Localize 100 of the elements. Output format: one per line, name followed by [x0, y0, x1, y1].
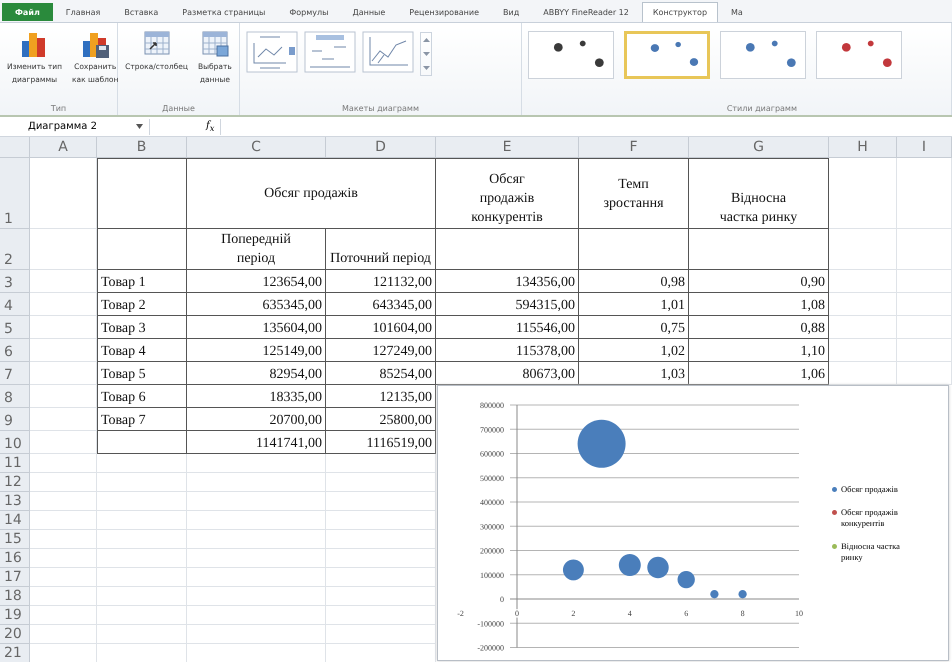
table-cell: 115546,00	[436, 316, 579, 339]
scroll-down-icon[interactable]	[422, 50, 430, 56]
ribbon-tab[interactable]: Главная	[54, 2, 112, 22]
group-label: Тип	[50, 103, 66, 115]
empty-cell	[829, 339, 897, 362]
chart-style-thumbnail[interactable]	[816, 31, 902, 79]
column-heading: Попередній період	[187, 229, 326, 270]
table-cell: 0,88	[689, 316, 829, 339]
name-box[interactable]: Диаграмма 2	[28, 121, 97, 132]
row-number: 19	[0, 606, 30, 625]
table-cell: 127249,00	[326, 339, 436, 362]
column-heading: Поточний період	[326, 229, 436, 270]
y-tick-label: 200000	[480, 546, 504, 556]
chart-style-thumbnail[interactable]	[528, 31, 614, 79]
row-number: 18	[0, 587, 30, 606]
legend-label: Відносна частка ринку	[841, 540, 901, 562]
empty-cell	[897, 316, 952, 339]
row-number: 11	[0, 454, 30, 473]
table-cell: 643345,00	[326, 293, 436, 316]
table-cell: 1,01	[579, 293, 689, 316]
empty-cell	[897, 293, 952, 316]
table-cell: 1,08	[689, 293, 829, 316]
y-tick-label: -100000	[477, 619, 504, 628]
row-number: 5	[0, 316, 30, 339]
empty-cell	[829, 293, 897, 316]
row-number: 17	[0, 568, 30, 587]
y-tick-label: 800000	[480, 401, 504, 410]
y-tick-label: 400000	[480, 498, 504, 507]
row-number: 10	[0, 431, 30, 454]
table-cell: 0,98	[579, 270, 689, 293]
ribbon-tab[interactable]: Рецензирование	[398, 2, 490, 22]
table-cell: 135604,00	[187, 316, 326, 339]
chart-style-thumbnail[interactable]	[720, 31, 806, 79]
table-cell: Товар 7	[97, 408, 187, 431]
table-cell: 85254,00	[326, 362, 436, 385]
insert-function-label[interactable]: f$_{x}$	[206, 120, 214, 133]
table-cell: 0,75	[579, 316, 689, 339]
scroll-up-icon[interactable]	[422, 36, 430, 42]
table-cell: Товар 2	[97, 293, 187, 316]
chart-style-thumbnail[interactable]	[624, 31, 710, 79]
y-tick-label: 300000	[480, 522, 504, 532]
column-header: B	[97, 137, 187, 158]
x-tick-label: 2	[571, 609, 576, 618]
table-cell: 18335,00	[187, 385, 326, 408]
table-cell: 1141741,00	[187, 431, 326, 454]
y-tick-label: 700000	[480, 425, 504, 434]
x-tick-label: 10	[795, 609, 803, 618]
row-number: 14	[0, 511, 30, 530]
row-number: 4	[0, 293, 30, 316]
table-cell: Товар 3	[97, 316, 187, 339]
x-tick-label: 8	[740, 609, 745, 618]
group-label: Стили диаграмм	[726, 103, 797, 115]
y-tick-label: -200000	[477, 644, 504, 652]
table-cell: 123654,00	[187, 270, 326, 293]
ribbon-tab[interactable]: Конструктор	[642, 2, 718, 22]
column-header: G	[689, 137, 829, 158]
y-tick-label: 600000	[480, 450, 504, 458]
y-tick-label: 100000	[480, 570, 504, 580]
ribbon-tab[interactable]: Вид	[492, 2, 530, 22]
column-header: I	[897, 137, 952, 158]
file-menu-tab[interactable]: Файл	[2, 3, 53, 21]
ribbon-tab[interactable]: Разметка страницы	[171, 2, 276, 22]
column-header: D	[326, 137, 436, 158]
legend-label: Обсяг продажів	[841, 484, 898, 494]
row-number: 9	[0, 408, 30, 431]
table-cell: 1,02	[579, 339, 689, 362]
table-icon	[200, 29, 230, 59]
table-cell: 82954,00	[187, 362, 326, 385]
empty-cell	[829, 316, 897, 339]
ribbon-tab[interactable]: Ма	[720, 2, 754, 22]
table-cell: 635345,00	[187, 293, 326, 316]
y-tick-label: 0	[500, 595, 504, 604]
dropdown-caret-icon[interactable]	[136, 124, 143, 129]
table-cell: Товар 1	[97, 270, 187, 293]
table-cell: Товар 6	[97, 385, 187, 408]
table-cell: 115378,00	[436, 339, 579, 362]
empty-cell	[829, 270, 897, 293]
row-number: 20	[0, 625, 30, 644]
row-number: 7	[0, 362, 30, 385]
ribbon-tab[interactable]: Формулы	[278, 2, 340, 22]
table-cell: 101604,00	[326, 316, 436, 339]
ribbon-tab[interactable]: ABBYY FineReader 12	[532, 2, 640, 22]
row-number: 2	[0, 229, 30, 270]
table-cell: 0,90	[689, 270, 829, 293]
column-header: E	[436, 137, 579, 158]
table-cell: 20700,00	[187, 408, 326, 431]
x-tick-label: 6	[684, 609, 688, 618]
row-number: 13	[0, 492, 30, 511]
ribbon-tab[interactable]: Вставка	[113, 2, 170, 22]
row-number: 3	[0, 270, 30, 293]
table-cell: 25800,00	[326, 408, 436, 431]
table-cell: 1116519,00	[326, 431, 436, 454]
column-heading: Відносна частка ринку	[689, 158, 829, 229]
row-number: 15	[0, 530, 30, 549]
more-styles-icon[interactable]	[422, 64, 430, 70]
table-cell: 121132,00	[326, 270, 436, 293]
empty-cell	[897, 270, 952, 293]
ribbon-tab[interactable]: Данные	[341, 2, 396, 22]
table-cell: Товар 4	[97, 339, 187, 362]
table-cell: 594315,00	[436, 293, 579, 316]
